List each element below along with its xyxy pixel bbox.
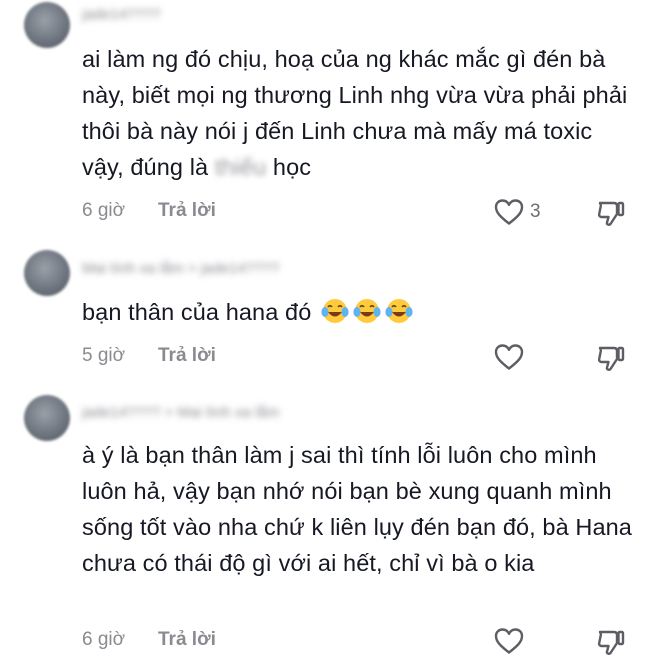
dislike-button[interactable] <box>596 344 626 379</box>
comment-text: ai làm ng đó chịu, hoạ của ng khác mắc g… <box>82 46 628 180</box>
comment-username[interactable]: jade14???? > Mai tình xa lắm <box>82 404 279 421</box>
heart-outline-icon[interactable] <box>494 627 524 655</box>
avatar[interactable] <box>24 250 70 296</box>
comment-username[interactable]: Mai tình xa lắm > jade14???? <box>82 260 279 277</box>
comment-text: bạn thân của hana đó <box>82 294 640 330</box>
dislike-button[interactable] <box>596 199 626 234</box>
comment-time: 5 giờ <box>82 345 126 366</box>
reply-button[interactable]: Trả lời <box>158 200 216 222</box>
thumbs-down-outline-icon[interactable] <box>596 628 626 658</box>
heart-outline-icon[interactable] <box>494 343 524 371</box>
blurred-word: thiếu <box>214 154 267 180</box>
like-button[interactable] <box>494 343 524 371</box>
avatar[interactable] <box>24 2 70 48</box>
face-with-tears-of-joy <box>385 299 413 323</box>
reply-button[interactable]: Trả lời <box>158 629 216 651</box>
comment-time: 6 giờ <box>82 629 126 650</box>
comment-meta: 6 giờ Trả lời <box>82 200 216 222</box>
comment-username[interactable]: jade14???? <box>82 6 160 23</box>
emoji-list <box>318 299 414 325</box>
comment-meta: 6 giờ Trả lời <box>82 629 216 651</box>
face-with-tears-of-joy <box>321 299 349 323</box>
dislike-button[interactable] <box>596 628 626 663</box>
reply-button[interactable]: Trả lời <box>158 345 216 367</box>
like-button[interactable] <box>494 627 524 655</box>
like-count: 3 <box>530 201 541 222</box>
avatar[interactable] <box>24 395 70 441</box>
like-button[interactable]: 3 <box>494 198 541 226</box>
thumbs-down-outline-icon[interactable] <box>596 199 626 229</box>
comment-time: 6 giờ <box>82 200 126 221</box>
comment-meta: 5 giờ Trả lời <box>82 345 216 367</box>
heart-outline-icon[interactable] <box>494 198 524 226</box>
comment-text: à ý là bạn thân làm j sai thì tính lỗi l… <box>82 442 632 576</box>
face-with-tears-of-joy <box>353 299 381 323</box>
thumbs-down-outline-icon[interactable] <box>596 344 626 374</box>
